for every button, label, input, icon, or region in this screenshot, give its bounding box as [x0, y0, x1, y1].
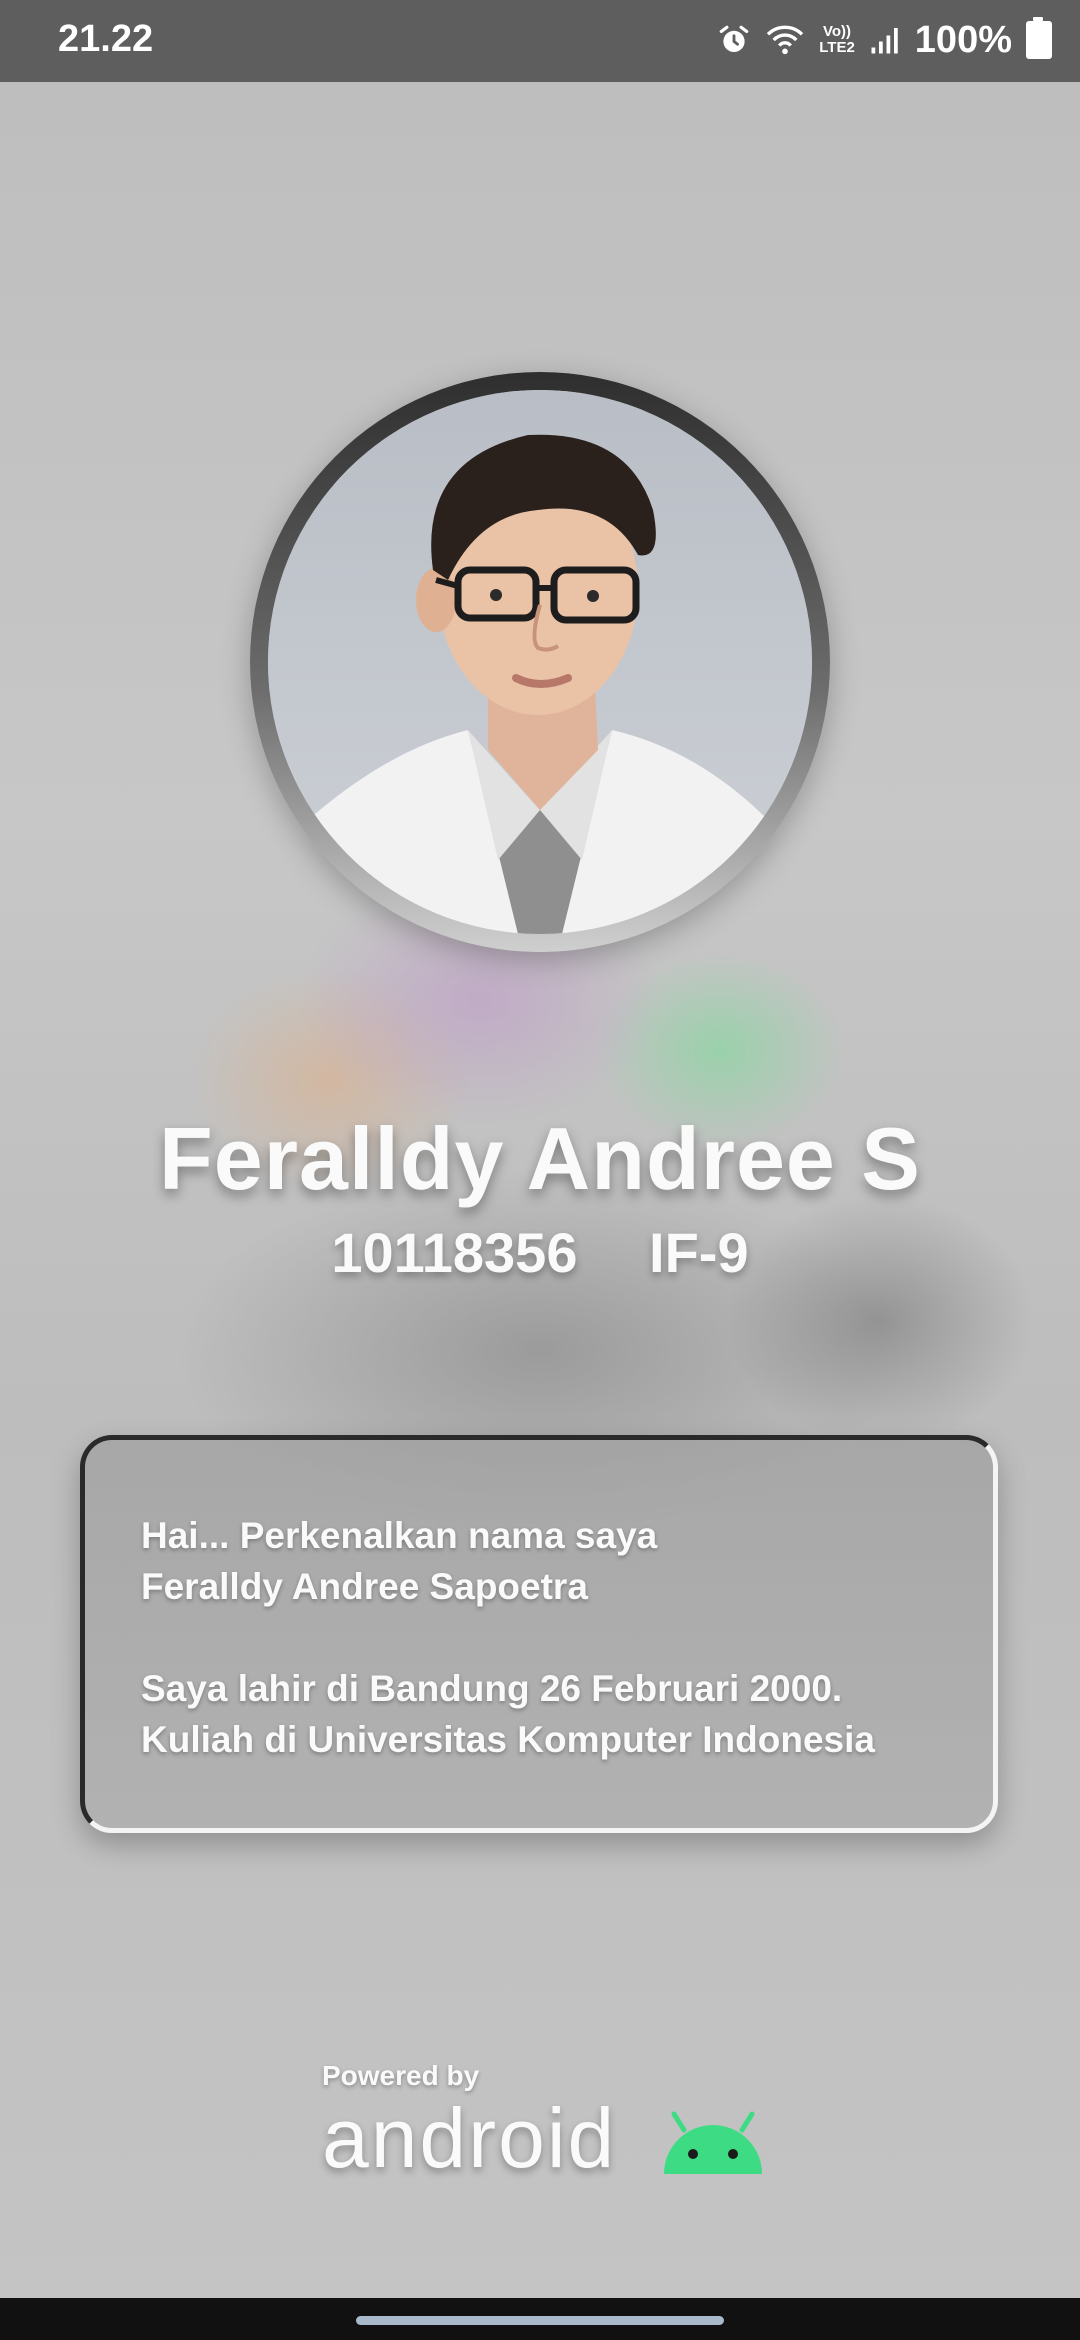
- home-gesture-handle[interactable]: [356, 2316, 724, 2325]
- battery-percent: 100%: [914, 18, 1012, 61]
- android-wordmark: android: [322, 2091, 617, 2185]
- avatar: [268, 390, 812, 934]
- status-icons: Vo)) LTE2 100%: [717, 16, 1052, 64]
- intro-line-4: Kuliah di Universitas Komputer Indonesia: [141, 1719, 875, 1760]
- intro-line-2: Feralldy Andree Sapoetra: [141, 1566, 588, 1607]
- profile-name: Feralldy Andree S: [159, 1109, 921, 1208]
- network-type: Vo)) LTE2: [819, 24, 855, 56]
- powered-by-label: Powered by: [322, 2060, 480, 2091]
- status-bar: 21.22 Vo)) LTE2 100%: [0, 0, 1080, 82]
- intro-line-1: Hai... Perkenalkan nama saya: [141, 1515, 658, 1556]
- intro-card: Hai... Perkenalkan nama saya Feralldy An…: [80, 1435, 998, 1833]
- intro-line-3: Saya lahir di Bandung 26 Februari 2000.: [141, 1668, 843, 1709]
- avatar-portrait: [268, 390, 812, 934]
- alarm-icon: [719, 25, 749, 53]
- class-label: IF-9: [649, 1221, 749, 1284]
- android-robot-icon: [664, 2111, 762, 2174]
- status-time: 21.22: [58, 18, 154, 60]
- volte-label: Vo)): [822, 23, 852, 40]
- intro-text: Hai... Perkenalkan nama saya Feralldy An…: [141, 1510, 875, 1765]
- battery-icon: [1026, 17, 1052, 59]
- signal-icon: [871, 28, 898, 54]
- wifi-icon: [767, 25, 804, 55]
- lte-label: LTE2: [819, 39, 855, 56]
- student-id: 10118356: [331, 1221, 578, 1284]
- profile-id-row: 10118356 IF-9: [0, 1220, 1080, 1285]
